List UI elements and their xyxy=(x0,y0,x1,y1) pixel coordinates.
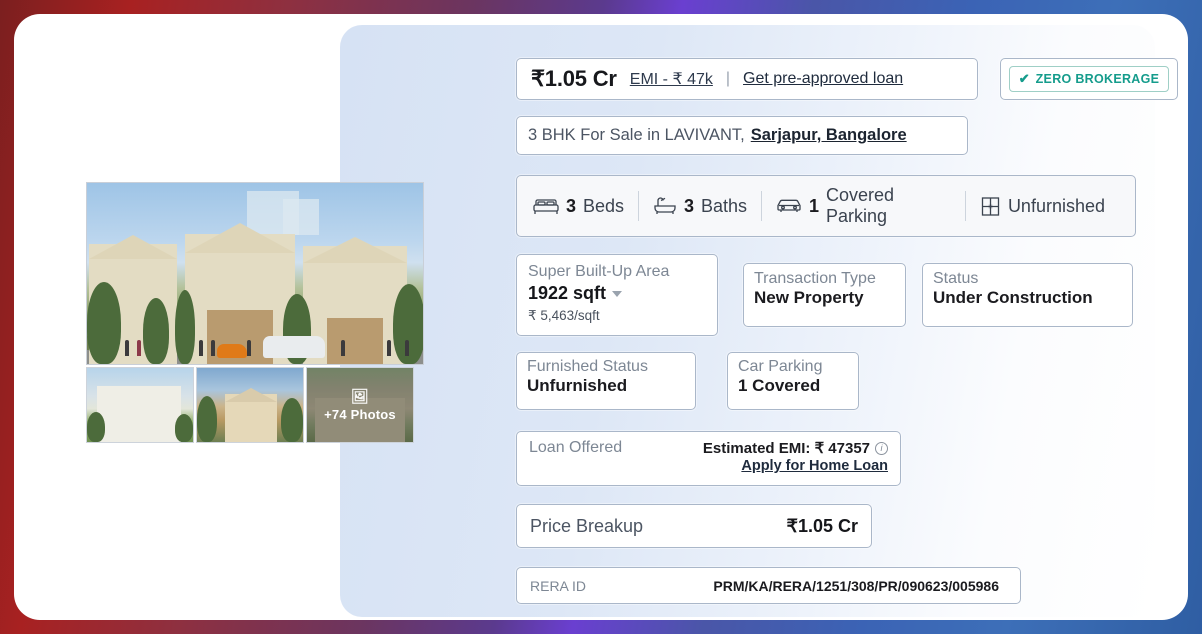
zero-brokerage-badge: ✔ ZERO BROKERAGE xyxy=(1008,66,1170,92)
thumbnail-1[interactable] xyxy=(86,367,194,443)
baths-label: Baths xyxy=(701,195,748,216)
emi-link[interactable]: EMI - ₹ 47k xyxy=(630,69,713,89)
parking-label: Car Parking xyxy=(738,358,823,375)
estimated-emi-row: Estimated EMI: ₹ 47357 i xyxy=(703,439,888,457)
more-photos-label: +74 Photos xyxy=(324,406,396,422)
price-amount: ₹1.05 Cr xyxy=(531,66,617,91)
hero-image[interactable] xyxy=(86,182,424,365)
feature-furnishing: Unfurnished xyxy=(966,189,1119,223)
furnished-label: Furnished Status xyxy=(527,358,648,375)
transaction-value: New Property xyxy=(754,288,864,307)
car-parking-card: Car Parking 1 Covered xyxy=(727,352,859,410)
rera-label: RERA ID xyxy=(530,577,587,594)
price-breakup-card[interactable]: Price Breakup ₹1.05 Cr xyxy=(516,504,872,548)
property-title-card: 3 BHK For Sale in LAVIVANT, Sarjapur, Ba… xyxy=(516,116,968,155)
furnished-status-card: Furnished Status Unfurnished xyxy=(516,352,696,410)
info-icon[interactable]: i xyxy=(875,441,888,455)
photos-icon: 🖼 xyxy=(351,387,369,404)
key-features-bar: 3 Beds 3 Baths 1 Covered Parking Unfurni… xyxy=(516,175,1136,237)
beds-count: 3 xyxy=(566,195,577,216)
area-label: Super Built-Up Area xyxy=(528,263,670,280)
thumbnail-2[interactable] xyxy=(196,367,304,443)
beds-label: Beds xyxy=(583,195,625,216)
car-icon xyxy=(776,197,802,215)
furnishing-label: Unfurnished xyxy=(1007,195,1105,216)
property-gallery: 🖼 +74 Photos xyxy=(86,182,424,443)
estimated-emi-text: Estimated EMI: ₹ 47357 xyxy=(702,440,870,457)
page-title: 3 BHK For Sale in LAVIVANT, xyxy=(528,126,745,144)
parking-count: 1 xyxy=(809,195,820,216)
get-preapproved-loan-link[interactable]: Get pre-approved loan xyxy=(743,70,903,88)
apply-home-loan-link[interactable]: Apply for Home Loan xyxy=(741,458,888,474)
chevron-down-icon[interactable] xyxy=(612,290,623,297)
feature-beds: 3 Beds xyxy=(533,189,638,223)
status-value: Under Construction xyxy=(933,288,1093,307)
loan-details: Estimated EMI: ₹ 47357 i Apply for Home … xyxy=(703,439,888,485)
price-breakup-label: Price Breakup xyxy=(530,515,644,536)
browser-canvas: 🖼 +74 Photos ₹1.05 Cr EMI - ₹ 47k | Get … xyxy=(14,14,1188,620)
screenshot-viewport: 🖼 +74 Photos ₹1.05 Cr EMI - ₹ 47k | Get … xyxy=(0,0,1202,634)
more-photos-overlay[interactable]: 🖼 +74 Photos xyxy=(307,368,413,442)
price-card: ₹1.05 Cr EMI - ₹ 47k | Get pre-approved … xyxy=(516,58,978,100)
transaction-label: Transaction Type xyxy=(754,270,876,287)
price-separator: | xyxy=(725,70,731,87)
status-card: Status Under Construction xyxy=(922,263,1133,327)
parking-label: Covered Parking xyxy=(826,185,895,226)
rera-value: PRM/KA/RERA/1251/308/PR/090623/005986 xyxy=(713,577,999,594)
area-value-row[interactable]: 1922 sqft xyxy=(528,283,706,304)
price-breakup-value: ₹1.05 Cr xyxy=(786,515,859,536)
furnished-value: Unfurnished xyxy=(527,376,628,395)
check-icon: ✔ xyxy=(1018,71,1030,86)
zero-brokerage-card: ✔ ZERO BROKERAGE xyxy=(1000,58,1178,100)
zero-brokerage-label: ZERO BROKERAGE xyxy=(1035,72,1160,86)
super-builtup-area-card: Super Built-Up Area 1922 sqft ₹ 5,463/sq… xyxy=(516,254,718,336)
area-value: 1922 sqft xyxy=(528,283,607,303)
location-link[interactable]: Sarjapur, Bangalore xyxy=(751,126,907,145)
rera-id-card: RERA ID PRM/KA/RERA/1251/308/PR/090623/0… xyxy=(516,567,1021,604)
baths-count: 3 xyxy=(684,195,695,216)
area-rate: ₹ 5,463/sqft xyxy=(528,308,600,323)
loan-offered-card: Loan Offered Estimated EMI: ₹ 47357 i Ap… xyxy=(516,431,901,486)
bathtub-icon xyxy=(653,196,677,216)
thumbnail-3[interactable]: 🖼 +74 Photos xyxy=(306,367,414,443)
window-icon xyxy=(980,196,1001,217)
feature-baths: 3 Baths xyxy=(639,189,761,223)
thumbnail-row: 🖼 +74 Photos xyxy=(86,367,424,443)
loan-label: Loan Offered xyxy=(529,439,623,456)
bed-icon xyxy=(533,197,559,215)
status-label: Status xyxy=(933,270,979,287)
feature-parking: 1 Covered Parking xyxy=(762,185,965,226)
parking-value: 1 Covered xyxy=(738,376,821,395)
transaction-type-card: Transaction Type New Property xyxy=(743,263,906,327)
